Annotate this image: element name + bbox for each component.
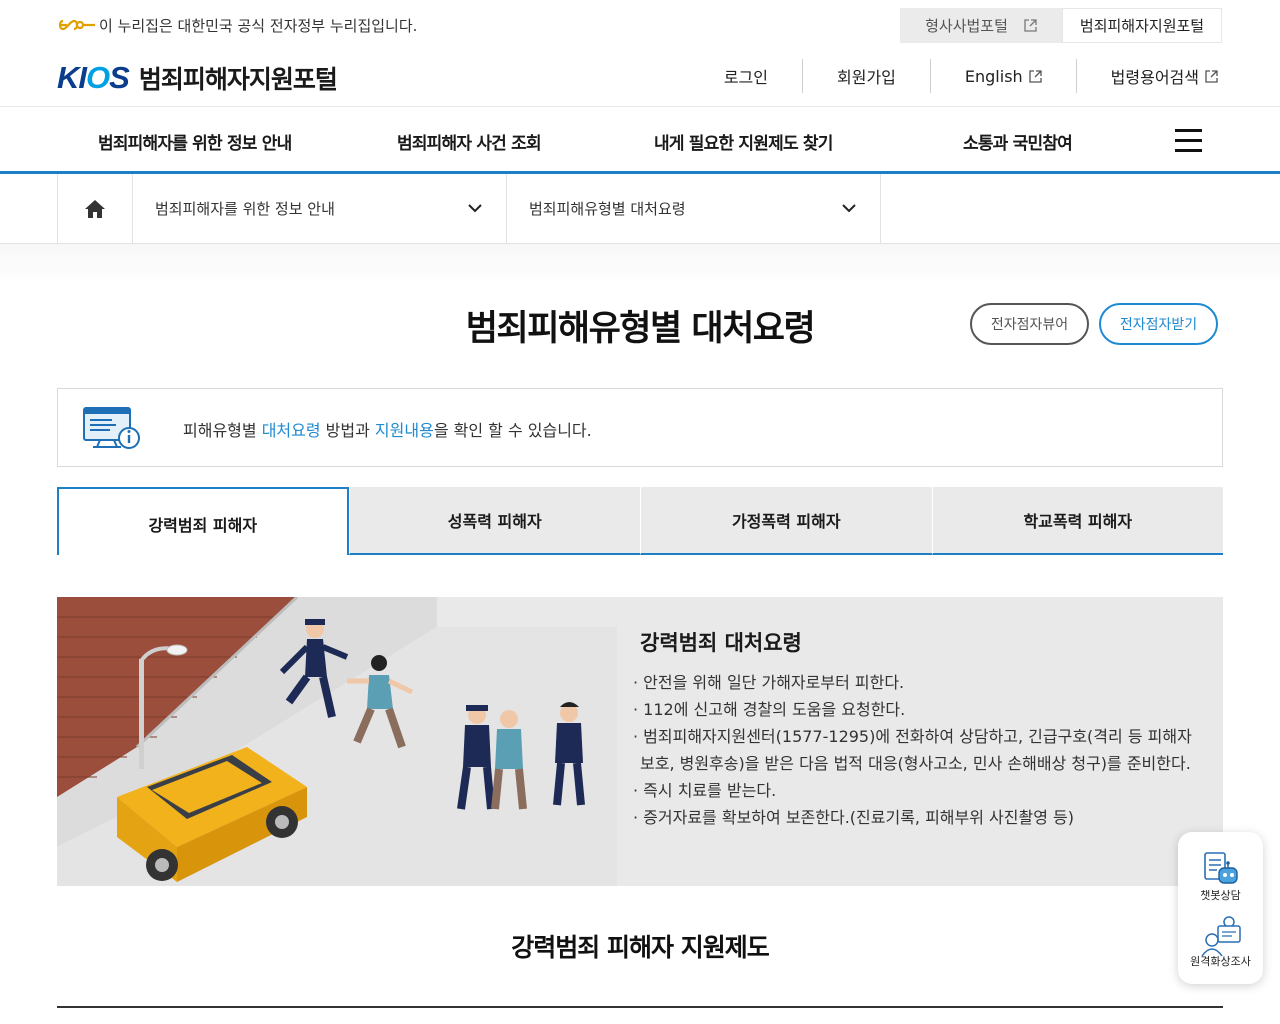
- breadcrumb-level1-select[interactable]: 범죄피해자를 위한 정보 안내: [133, 174, 507, 243]
- list-item: · 범죄피해자지원센터(1577-1295)에 전화하여 상담하고, 긴급구호(…: [633, 727, 1192, 773]
- kics-logo: KIOS: [57, 60, 130, 95]
- response-guide-panel: 강력범죄 대처요령 · 안전을 위해 일단 가해자로부터 피한다. · 112에…: [57, 597, 1223, 886]
- gnb-item-participation[interactable]: 소통과 국민참여: [963, 129, 1073, 154]
- gov-banner: 이 누리집은 대한민국 공식 전자정부 누리집입니다.: [57, 14, 417, 36]
- utility-nav: 로그인 회원가입 English 법령용어검색: [690, 59, 1222, 93]
- main-navigation: 범죄피해자를 위한 정보 안내 범죄피해자 사건 조회 내게 필요한 지원제도 …: [0, 106, 1280, 174]
- tab-domestic-violence[interactable]: 가정폭력 피해자: [640, 487, 932, 555]
- gov-banner-text: 이 누리집은 대한민국 공식 전자정부 누리집입니다.: [99, 16, 418, 35]
- english-link[interactable]: English: [929, 59, 1076, 93]
- list-item: · 112에 신고해 경찰의 도움을 요청한다.: [633, 700, 906, 719]
- list-item: · 즉시 치료를 받는다.: [633, 781, 777, 800]
- info-text: 피해유형별 대처요령 방법과 지원내용을 확인 할 수 있습니다.: [183, 421, 592, 440]
- external-link-icon: [1024, 19, 1037, 32]
- quick-menu: 챗봇상담 원격화상조사: [1178, 832, 1263, 984]
- external-link-icon: [1029, 69, 1042, 83]
- panel-title: 강력범죄 대처요령: [640, 631, 802, 655]
- menu-icon[interactable]: [1175, 129, 1202, 152]
- breadcrumb: 범죄피해자를 위한 정보 안내 범죄피해유형별 대처요령: [0, 174, 1280, 244]
- external-links: 형사사법포털 범죄피해자지원포털: [900, 8, 1222, 43]
- gnb-item-info[interactable]: 범죄피해자를 위한 정보 안내: [98, 129, 292, 154]
- site-name: 범죄피해자지원포털: [138, 65, 338, 94]
- external-link-icon: [1205, 69, 1218, 83]
- braille-viewer-button[interactable]: 전자점자뷰어: [970, 303, 1089, 345]
- tab-sexual-violence[interactable]: 성폭력 피해자: [348, 487, 640, 555]
- home-icon[interactable]: [57, 174, 133, 243]
- gnb-item-case-lookup[interactable]: 범죄피해자 사건 조회: [397, 129, 542, 154]
- login-link[interactable]: 로그인: [690, 59, 802, 93]
- breadcrumb-level2-select[interactable]: 범죄피해유형별 대처요령: [507, 174, 881, 243]
- video-call-icon: [1200, 916, 1241, 957]
- tab-violent-crime[interactable]: 강력범죄 피해자: [57, 487, 349, 555]
- chevron-down-icon: [468, 204, 482, 213]
- monitor-info-icon: [83, 407, 140, 449]
- breadcrumb-shadow: [0, 244, 1280, 284]
- chatbot-icon: [1203, 852, 1238, 884]
- section-divider: [57, 1006, 1223, 1008]
- video-investigation-button[interactable]: 원격화상조사: [1178, 914, 1263, 969]
- criminal-justice-portal-link[interactable]: 형사사법포털: [900, 8, 1062, 43]
- info-box: 피해유형별 대처요령 방법과 지원내용을 확인 할 수 있습니다.: [57, 388, 1223, 467]
- victim-type-tabs: 강력범죄 피해자 성폭력 피해자 가정폭력 피해자 학교폭력 피해자: [57, 487, 1223, 555]
- chevron-down-icon: [842, 204, 856, 213]
- list-item: · 안전을 위해 일단 가해자로부터 피한다.: [633, 673, 905, 692]
- response-guide-list: · 안전을 위해 일단 가해자로부터 피한다. · 112에 신고해 경찰의 도…: [633, 669, 1193, 831]
- legal-terms-link[interactable]: 법령용어검색: [1075, 59, 1222, 93]
- chatbot-button[interactable]: 챗봇상담: [1178, 850, 1263, 903]
- victim-portal-link[interactable]: 범죄피해자지원포털: [1062, 8, 1222, 43]
- police-arrest-illustration: [57, 597, 617, 886]
- site-logo[interactable]: KIOS 범죄피해자지원포털: [57, 60, 338, 96]
- gov-mark-icon: [58, 19, 95, 31]
- list-item: · 증거자료를 확보하여 보존한다.(진료기록, 피해부위 사진촬영 등): [633, 808, 1074, 827]
- signup-link[interactable]: 회원가입: [802, 59, 930, 93]
- gnb-item-support-finder[interactable]: 내게 필요한 지원제도 찾기: [654, 129, 833, 154]
- tab-school-violence[interactable]: 학교폭력 피해자: [931, 487, 1223, 555]
- braille-download-button[interactable]: 전자점자받기: [1099, 303, 1218, 345]
- section-title: 강력범죄 피해자 지원제도: [511, 933, 769, 962]
